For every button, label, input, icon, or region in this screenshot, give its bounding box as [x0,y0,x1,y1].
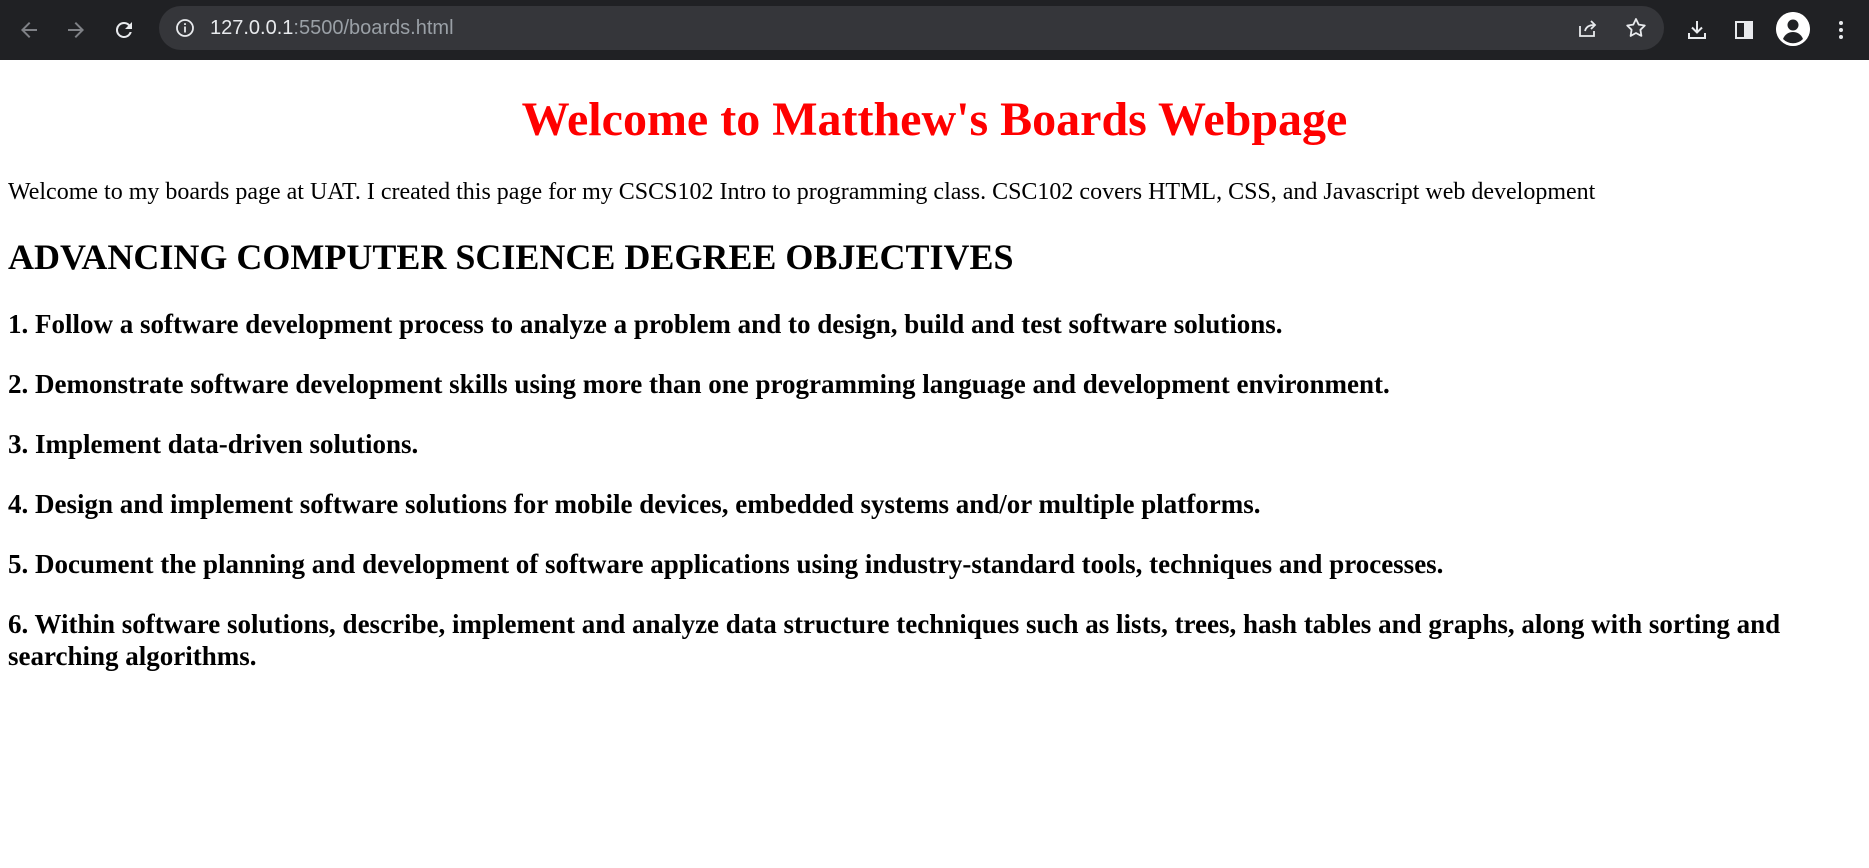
star-icon[interactable] [1624,16,1648,40]
objective-item: 3. Implement data-driven solutions. [8,429,419,459]
reload-button[interactable] [108,14,140,46]
side-panel-icon [1735,21,1753,39]
back-button[interactable] [13,14,45,46]
kebab-menu-icon [1839,21,1843,39]
objective-item: 4. Design and implement software solutio… [8,489,1261,519]
address-bar[interactable]: 127.0.0.1:5500/boards.html [159,6,1664,50]
url-text[interactable]: 127.0.0.1:5500/boards.html [210,6,454,50]
profile-avatar-icon[interactable] [1776,12,1810,46]
objective-item: 6. Within software solutions, describe, … [8,609,1781,671]
browser-toolbar: 127.0.0.1:5500/boards.html [0,0,1869,60]
side-panel-button[interactable] [1728,14,1760,46]
back-arrow-icon [21,22,37,38]
objectives-heading: ADVANCING COMPUTER SCIENCE DEGREE OBJECT… [8,237,1014,277]
download-icon [1688,21,1706,39]
intro-paragraph: Welcome to my boards page at UAT. I crea… [8,179,1596,205]
objective-item: 1. Follow a software development process… [8,309,1283,339]
info-icon[interactable] [175,18,195,38]
url-path: :5500/boards.html [293,17,454,39]
forward-arrow-icon [68,22,84,38]
objective-item: 5. Document the planning and development… [8,549,1444,579]
url-host: 127.0.0.1 [210,17,294,39]
page-title: Welcome to Matthew's Boards Webpage [521,93,1348,146]
browser-menu-button[interactable] [1825,14,1857,46]
download-button[interactable] [1681,14,1713,46]
reload-icon [115,21,132,38]
page-content: Welcome to Matthew's Boards Webpage Welc… [0,60,1869,868]
share-icon[interactable] [1576,16,1600,40]
objective-item: 2. Demonstrate software development skil… [8,369,1390,399]
forward-button[interactable] [60,14,92,46]
